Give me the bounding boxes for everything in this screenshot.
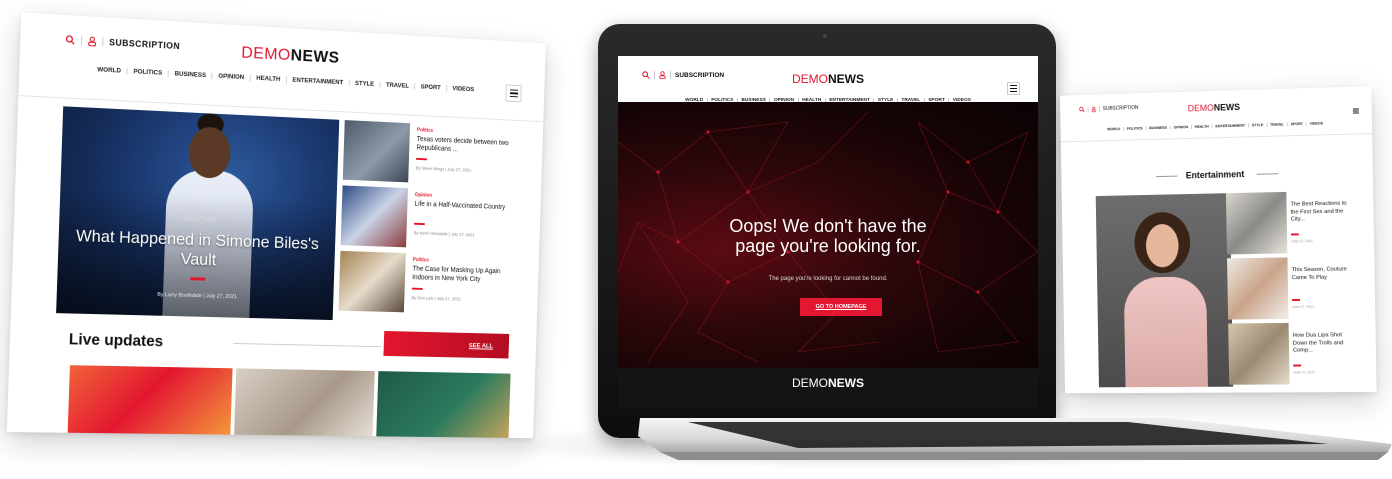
error-heading: Oops! We don't have the page you're look… — [618, 216, 1038, 256]
side-story[interactable]: The Best Reactions to the First Sex and … — [1226, 190, 1352, 254]
live-update-tile[interactable] — [234, 368, 375, 438]
nav-item-opinion[interactable]: OPINION — [213, 73, 251, 82]
see-all-button[interactable]: SEE ALL — [383, 331, 509, 359]
site-header: SUBSCRIPTION DEMONEWS WORLD POLITICS BUS… — [1060, 86, 1372, 142]
user-icon[interactable] — [659, 71, 666, 79]
live-update-tile[interactable] — [376, 371, 510, 438]
subscription-link[interactable]: SUBSCRIPTION — [675, 72, 724, 79]
side-story[interactable]: Politics Texas voters decide between two… — [343, 120, 521, 187]
nav-item-sport[interactable]: SPORT — [1288, 122, 1307, 127]
story-byline: June 27, 2021 — [1291, 239, 1313, 243]
subscription-link[interactable]: SUBSCRIPTION — [1103, 105, 1139, 112]
error-message: The page you're looking for cannot be fo… — [618, 276, 1038, 282]
left-screen: SUBSCRIPTION DEMONEWS WORLD POLITICS BUS… — [7, 12, 546, 438]
feature-photo[interactable] — [1096, 193, 1233, 387]
story-thumbnail — [1228, 323, 1289, 385]
site-footer: DEMONEWS — [618, 368, 1038, 408]
story-byline: By Don Lalo | July 27, 2021 — [411, 295, 460, 301]
nav-item-sport[interactable]: SPORT — [415, 83, 447, 91]
nav-item-politics[interactable]: POLITICS — [1124, 126, 1147, 131]
site-logo[interactable]: DEMONEWS — [1188, 102, 1240, 113]
story-byline: By Kevin Shonidak | July 27, 2021 — [414, 230, 475, 237]
story-title[interactable]: The Case for Masking Up Again Indoors in… — [412, 265, 512, 285]
live-update-tile[interactable] — [67, 365, 232, 438]
header-top: SUBSCRIPTION DEMONEWS — [642, 64, 1014, 86]
menu-icon[interactable] — [505, 84, 521, 102]
nav-item-videos[interactable]: VIDEOS — [447, 85, 480, 93]
story-divider — [1293, 365, 1301, 367]
nav-item-entertainment[interactable]: ENTERTAINMENT — [1213, 123, 1249, 128]
story-thumbnail — [341, 185, 408, 247]
story-divider — [412, 288, 423, 290]
nav-item-videos[interactable]: VIDEOS — [1307, 121, 1326, 126]
story-divider — [414, 223, 425, 225]
nav-item-world[interactable]: WORLD — [91, 66, 128, 75]
story-byline: June 27, 2021 — [1292, 305, 1314, 309]
user-icon[interactable] — [88, 36, 97, 46]
search-icon[interactable] — [642, 71, 650, 79]
story-thumbnail — [338, 251, 405, 312]
go-to-homepage-button[interactable]: GO TO HOMEPAGE — [800, 298, 882, 316]
search-icon[interactable] — [65, 35, 75, 45]
nav-item-health[interactable]: HEALTH — [251, 75, 287, 84]
mockup-stage: SUBSCRIPTION DEMONEWS WORLD POLITICS BUS… — [0, 0, 1392, 479]
live-updates-heading: Live updates — [69, 331, 164, 351]
header-top: SUBSCRIPTION DEMONEWS — [1079, 93, 1352, 119]
subscription-link[interactable]: SUBSCRIPTION — [109, 37, 180, 51]
error-hero: Oops! We don't have the page you're look… — [618, 102, 1038, 368]
story-title[interactable]: How Dua Lipa Shot Down the Trolls and Co… — [1293, 332, 1353, 355]
nav-item-opinion[interactable]: OPINION — [1171, 125, 1192, 130]
site-logo[interactable]: DEMONEWS — [241, 43, 340, 68]
story-title[interactable]: This Season, Couture Came To Play — [1292, 266, 1351, 282]
menu-icon[interactable] — [1351, 106, 1360, 115]
hero-story[interactable]: Sports Travel What Happened in Simone Bi… — [56, 106, 339, 320]
story-thumbnail — [343, 120, 410, 182]
user-icon[interactable] — [1091, 106, 1096, 112]
nav-item-world[interactable]: WORLD — [1104, 127, 1124, 131]
side-story[interactable]: How Dua Lipa Shot Down the Trolls and Co… — [1228, 322, 1355, 385]
heading-rule — [233, 343, 381, 347]
nav-item-business[interactable]: BUSINESS — [1146, 126, 1170, 131]
hero-divider — [190, 277, 205, 280]
story-byline: June 27, 2021 — [1293, 370, 1315, 374]
story-title[interactable]: Life in a Half-Vaccinated Country — [415, 200, 515, 212]
site-header: SUBSCRIPTION DEMONEWS WORLD POLITICS BUS… — [18, 12, 546, 122]
nav-item-politics[interactable]: POLITICS — [128, 68, 169, 77]
camera-icon — [823, 34, 827, 38]
story-category: Politics — [413, 257, 429, 263]
story-title[interactable]: Texas voters decide between two Republic… — [416, 135, 516, 157]
search-icon[interactable] — [1079, 107, 1085, 113]
main-nav: WORLD POLITICS BUSINESS OPINION HEALTH E… — [1079, 121, 1352, 133]
story-thumbnail — [1226, 192, 1287, 255]
nav-item-travel[interactable]: TRAVEL — [380, 82, 415, 91]
nav-item-style[interactable]: STYLE — [349, 80, 380, 88]
story-divider — [1292, 299, 1300, 301]
nav-item-style[interactable]: STYLE — [1249, 123, 1267, 127]
footer-logo[interactable]: DEMONEWS — [792, 376, 864, 390]
laptop-screen: SUBSCRIPTION DEMONEWS WORLD POLITICS BUS… — [618, 56, 1038, 408]
nav-item-business[interactable]: BUSINESS — [169, 70, 213, 79]
story-divider — [1291, 233, 1299, 235]
nav-item-entertainment[interactable]: ENTERTAINMENT — [287, 76, 350, 86]
site-logo[interactable]: DEMONEWS — [792, 72, 864, 86]
story-category: Opinion — [415, 192, 432, 198]
side-story[interactable]: Opinion Life in a Half-Vaccinated Countr… — [341, 185, 519, 251]
nav-item-travel[interactable]: TRAVEL — [1267, 122, 1288, 127]
story-title[interactable]: The Best Reactions to the First Sex and … — [1290, 201, 1349, 225]
story-category: Politics — [417, 127, 433, 133]
nav-item-health[interactable]: HEALTH — [1192, 124, 1213, 129]
story-thumbnail — [1227, 257, 1288, 319]
story-divider — [416, 158, 427, 160]
story-byline: By Steve Mingo | July 27, 2021 — [416, 166, 472, 173]
right-screen: SUBSCRIPTION DEMONEWS WORLD POLITICS BUS… — [1060, 86, 1377, 393]
side-story[interactable]: This Season, Couture Came To Play June 2… — [1227, 256, 1353, 319]
side-story[interactable]: Politics The Case for Masking Up Again I… — [338, 251, 516, 315]
section-title: Entertainment — [1061, 166, 1373, 183]
menu-icon[interactable] — [1007, 82, 1020, 95]
laptop-base — [608, 418, 1392, 466]
